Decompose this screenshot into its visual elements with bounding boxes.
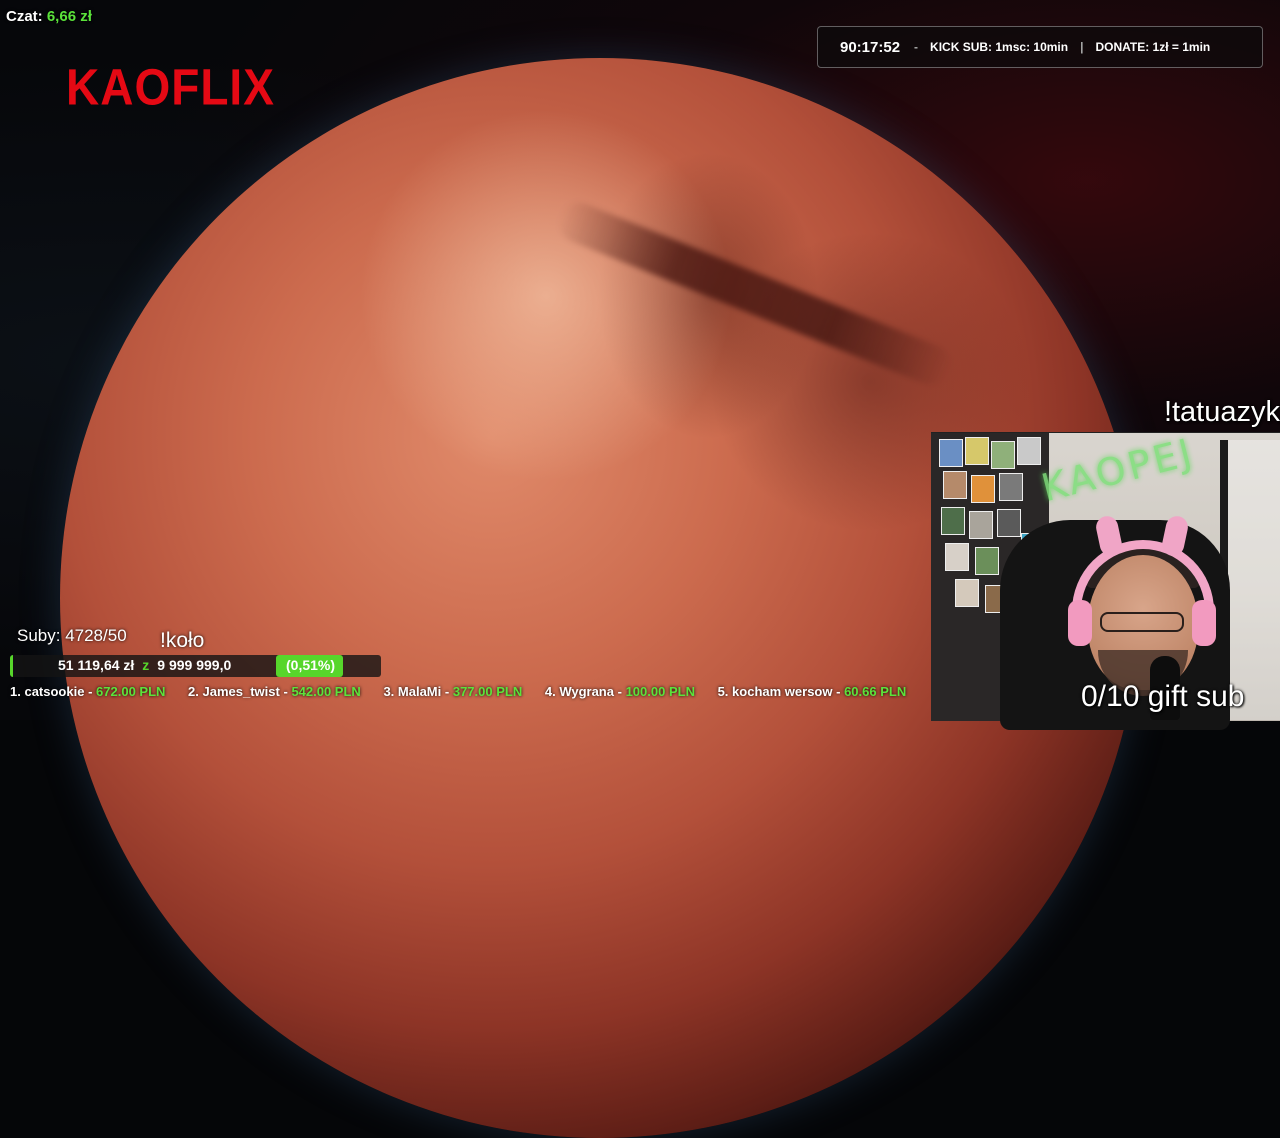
chat-donation-counter: Czat: 6,66 zł (6, 8, 92, 25)
leaderboard-name: Wygrana (559, 684, 614, 699)
leaderboard-rank: 3. (383, 684, 395, 699)
headset-cup (1192, 600, 1216, 646)
leaderboard-name: James_twist (202, 684, 280, 699)
leaderboard-name: catsookie (24, 684, 85, 699)
leaderboard-amount: 542.00 PLN (291, 684, 361, 699)
leaderboard-sep: - (283, 684, 288, 699)
photo (991, 441, 1015, 469)
photo (1017, 437, 1041, 465)
kolo-command: !koło (160, 629, 205, 652)
leaderboard-item: 4. Wygrana - 100.00 PLN (545, 684, 695, 699)
photo (965, 437, 989, 465)
kick-sub-rate: KICK SUB: 1msc: 10min (930, 40, 1069, 54)
leaderboard-amount: 377.00 PLN (452, 684, 523, 699)
goal-target: 9 999 999,0 (157, 657, 232, 673)
donation-goal-bar: 51 119,64 zł z 9 999 999,0 (0,51%) (10, 655, 381, 677)
goal-progress-fill (10, 655, 13, 677)
photo (955, 579, 979, 607)
photo (941, 507, 965, 535)
subs-counter: Suby: 4728/50 (17, 626, 127, 645)
stream-info-bar: 90:17:52 - KICK SUB: 1msc: 10min | DONAT… (817, 26, 1263, 68)
tatuazyk-command: !tatuazyk (1163, 396, 1280, 428)
leaderboard-amount: 100.00 PLN (625, 684, 695, 699)
leaderboard-rank: 5. (717, 684, 729, 699)
leaderboard-amount: 672.00 PLN (96, 684, 166, 699)
photo (945, 543, 969, 571)
chat-label: Czat: (6, 8, 43, 25)
photo (997, 509, 1021, 537)
subathon-timer: 90:17:52 (840, 38, 901, 56)
gift-sub-counter: 0/10 gift sub (1081, 680, 1245, 713)
leaderboard-rank: 1. (10, 684, 21, 699)
leaderboard-name: kocham wersow (732, 684, 833, 699)
leaderboard-sep: - (88, 684, 93, 699)
leaderboard-rank: 2. (188, 684, 199, 699)
leaderboard-item: 5. kocham wersow - 60.66 PLN (718, 684, 907, 699)
goal-z: z (142, 657, 150, 673)
leaderboard-item: 3. MalaMi - 377.00 PLN (383, 684, 522, 699)
leaderboard-item: 2. James_twist - 542.00 PLN (188, 684, 361, 699)
goal-text: 51 119,64 zł z 9 999 999,0 (58, 657, 231, 673)
leaderboard-sep: - (444, 684, 450, 699)
headset-cup (1068, 600, 1092, 646)
leaderboard-item: 1. catsookie - 672.00 PLN (10, 684, 165, 699)
photo (943, 471, 967, 499)
goal-current: 51 119,64 zł (58, 657, 135, 673)
photo (975, 547, 999, 575)
leaderboard-sep: - (836, 684, 841, 699)
photo (971, 475, 995, 503)
photo (999, 473, 1023, 501)
photo (969, 511, 993, 539)
info-divider: | (1080, 40, 1084, 54)
timer-separator: - (914, 40, 919, 54)
leaderboard-amount: 60.66 PLN (844, 684, 907, 699)
photo (939, 439, 963, 467)
goal-percent: (0,51%) (276, 655, 344, 677)
leaderboard-rank: 4. (544, 684, 556, 699)
leaderboard-sep: - (617, 684, 622, 699)
donation-leaderboard: 1. catsookie - 672.00 PLN 2. James_twist… (10, 684, 925, 699)
donate-rate: DONATE: 1zł = 1min (1095, 40, 1211, 54)
kaoflix-logo: KAOFLIX (66, 58, 275, 116)
chat-value: 6,66 zł (46, 8, 92, 25)
leaderboard-name: MalaMi (397, 684, 442, 699)
